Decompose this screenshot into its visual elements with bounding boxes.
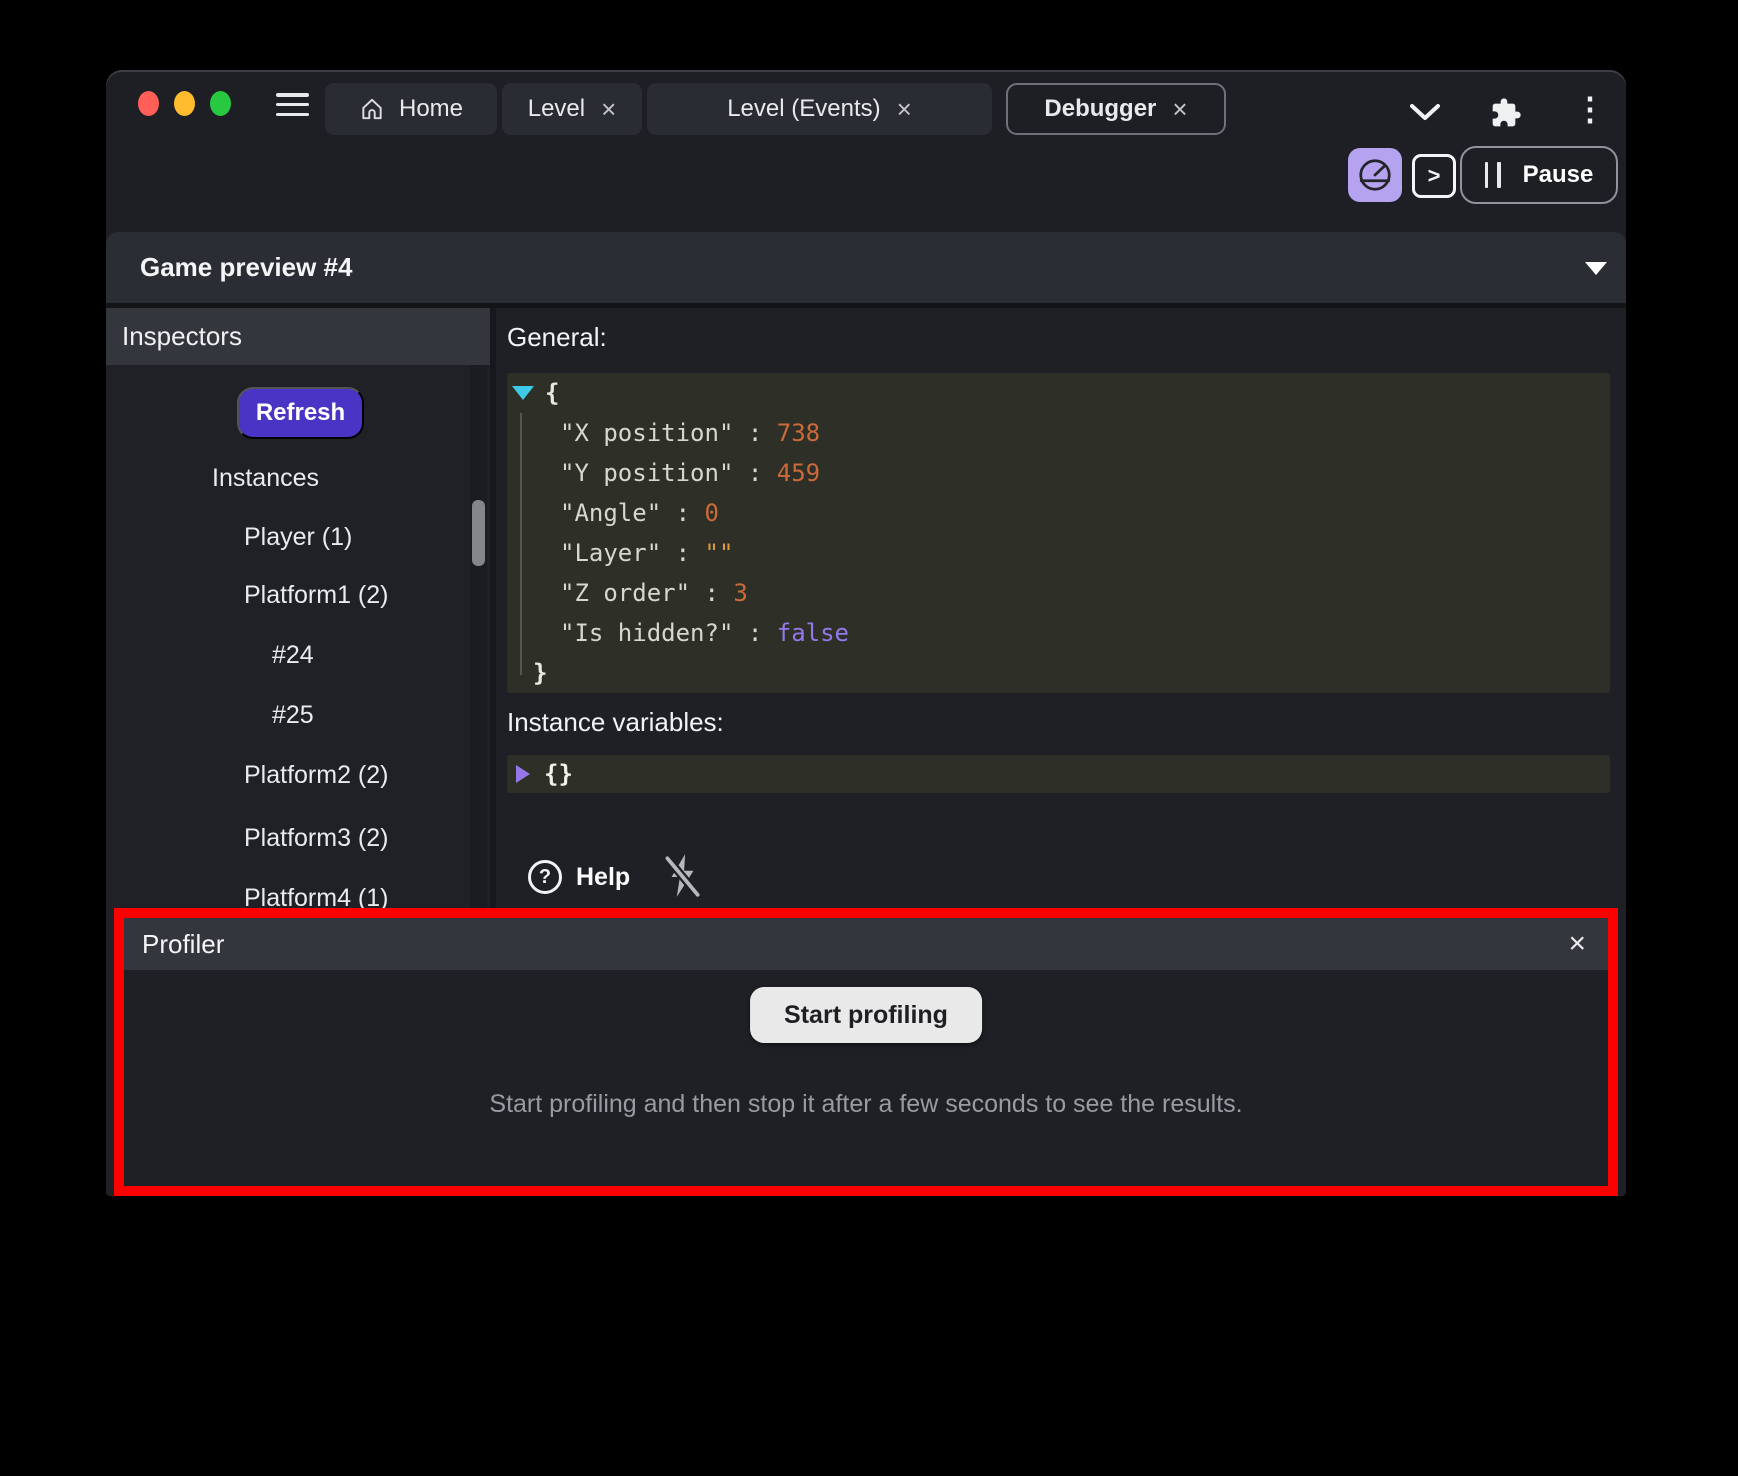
instance-variables-json-view: {} xyxy=(507,755,1610,793)
traffic-light-close-icon[interactable] xyxy=(138,91,159,116)
tab-label: Level xyxy=(528,95,585,123)
profiler-toggle-button[interactable] xyxy=(1348,148,1402,202)
json-property: "X position" : 738 xyxy=(560,413,1610,453)
close-icon[interactable]: × xyxy=(1568,918,1586,970)
tab-label: Level (Events) xyxy=(727,95,880,123)
pause-icon xyxy=(1485,162,1501,188)
general-json-view: { "X position" : 738 "Y position" : 459 … xyxy=(507,373,1610,693)
tree-item-platform3[interactable]: Platform3 (2) xyxy=(244,820,388,856)
tree-item-player[interactable]: Player (1) xyxy=(244,519,352,555)
caret-down-icon[interactable] xyxy=(1585,262,1607,275)
flash-off-icon[interactable] xyxy=(662,852,702,900)
scrollbar-thumb[interactable] xyxy=(472,500,485,566)
game-preview-selector[interactable]: Game preview #4 xyxy=(106,232,1626,303)
game-preview-title: Game preview #4 xyxy=(140,232,352,303)
expand-triangle-icon[interactable] xyxy=(516,765,530,783)
tree-item-instance-24[interactable]: #24 xyxy=(272,637,314,673)
tree-item-instance-25[interactable]: #25 xyxy=(272,697,314,733)
profiler-header: Profiler × xyxy=(124,918,1608,970)
extensions-puzzle-icon[interactable] xyxy=(1490,97,1522,129)
profiler-title: Profiler xyxy=(142,918,224,970)
chevron-down-icon[interactable] xyxy=(1408,101,1442,123)
tab-close-icon[interactable]: × xyxy=(1172,96,1187,122)
json-value: false xyxy=(777,619,849,647)
close-brace: } xyxy=(533,659,547,687)
profiler-hint: Start profiling and then stop it after a… xyxy=(124,1090,1608,1119)
empty-object: {} xyxy=(544,760,573,788)
question-mark-icon: ? xyxy=(528,860,562,894)
json-property: "Layer" : "" xyxy=(560,533,1610,573)
instance-variables-label: Instance variables: xyxy=(507,707,724,738)
json-property: "Angle" : 0 xyxy=(560,493,1610,533)
tab-close-icon[interactable]: × xyxy=(601,96,616,122)
console-prompt-icon: > xyxy=(1428,163,1441,189)
tree-item-instances[interactable]: Instances xyxy=(212,460,319,496)
pause-label: Pause xyxy=(1523,161,1594,189)
help-label: Help xyxy=(576,863,630,892)
json-value: 0 xyxy=(705,499,719,527)
tree-item-platform1[interactable]: Platform1 (2) xyxy=(244,577,388,613)
start-profiling-button[interactable]: Start profiling xyxy=(750,987,982,1043)
profiler-panel: Profiler × Start profiling Start profili… xyxy=(114,908,1618,1196)
scrollbar-track[interactable] xyxy=(470,365,487,908)
console-button[interactable]: > xyxy=(1412,154,1456,198)
json-value: "" xyxy=(705,539,734,567)
inspectors-title: Inspectors xyxy=(122,308,242,365)
profiler-content: Start profiling Start profiling and then… xyxy=(124,970,1608,1186)
json-value: 3 xyxy=(733,579,747,607)
tree-item-platform2[interactable]: Platform2 (2) xyxy=(244,757,388,793)
help-button[interactable]: ? Help xyxy=(528,860,630,894)
traffic-light-zoom-icon[interactable] xyxy=(210,91,231,116)
menu-hamburger-icon[interactable] xyxy=(276,93,309,116)
collapse-triangle-icon[interactable] xyxy=(512,386,534,400)
tab-debugger[interactable]: Debugger × xyxy=(1006,83,1226,135)
json-value: 738 xyxy=(777,419,820,447)
traffic-light-minimize-icon[interactable] xyxy=(174,91,195,116)
home-icon xyxy=(359,96,385,122)
gauge-icon xyxy=(1356,156,1394,194)
tab-label: Home xyxy=(399,95,463,123)
tab-close-icon[interactable]: × xyxy=(897,96,912,122)
overflow-menu-icon[interactable]: ⋮ xyxy=(1574,90,1600,128)
json-property: "Y position" : 459 xyxy=(560,453,1610,493)
inspectors-header: Inspectors xyxy=(106,308,490,365)
tab-level-events[interactable]: Level (Events) × xyxy=(647,83,992,135)
tab-home[interactable]: Home xyxy=(325,83,497,135)
json-value: 459 xyxy=(777,459,820,487)
app-window: Home Level × Level (Events) × Debugger ×… xyxy=(106,70,1626,1196)
json-property: "Is hidden?" : false xyxy=(560,613,1610,653)
refresh-button[interactable]: Refresh xyxy=(237,387,364,439)
open-brace: { xyxy=(545,379,559,407)
general-label: General: xyxy=(507,322,607,353)
pause-button[interactable]: Pause xyxy=(1460,146,1618,204)
json-property: "Z order" : 3 xyxy=(560,573,1610,613)
tab-level[interactable]: Level × xyxy=(502,83,642,135)
tree-guide-line xyxy=(520,413,522,675)
tab-label: Debugger xyxy=(1044,95,1156,123)
